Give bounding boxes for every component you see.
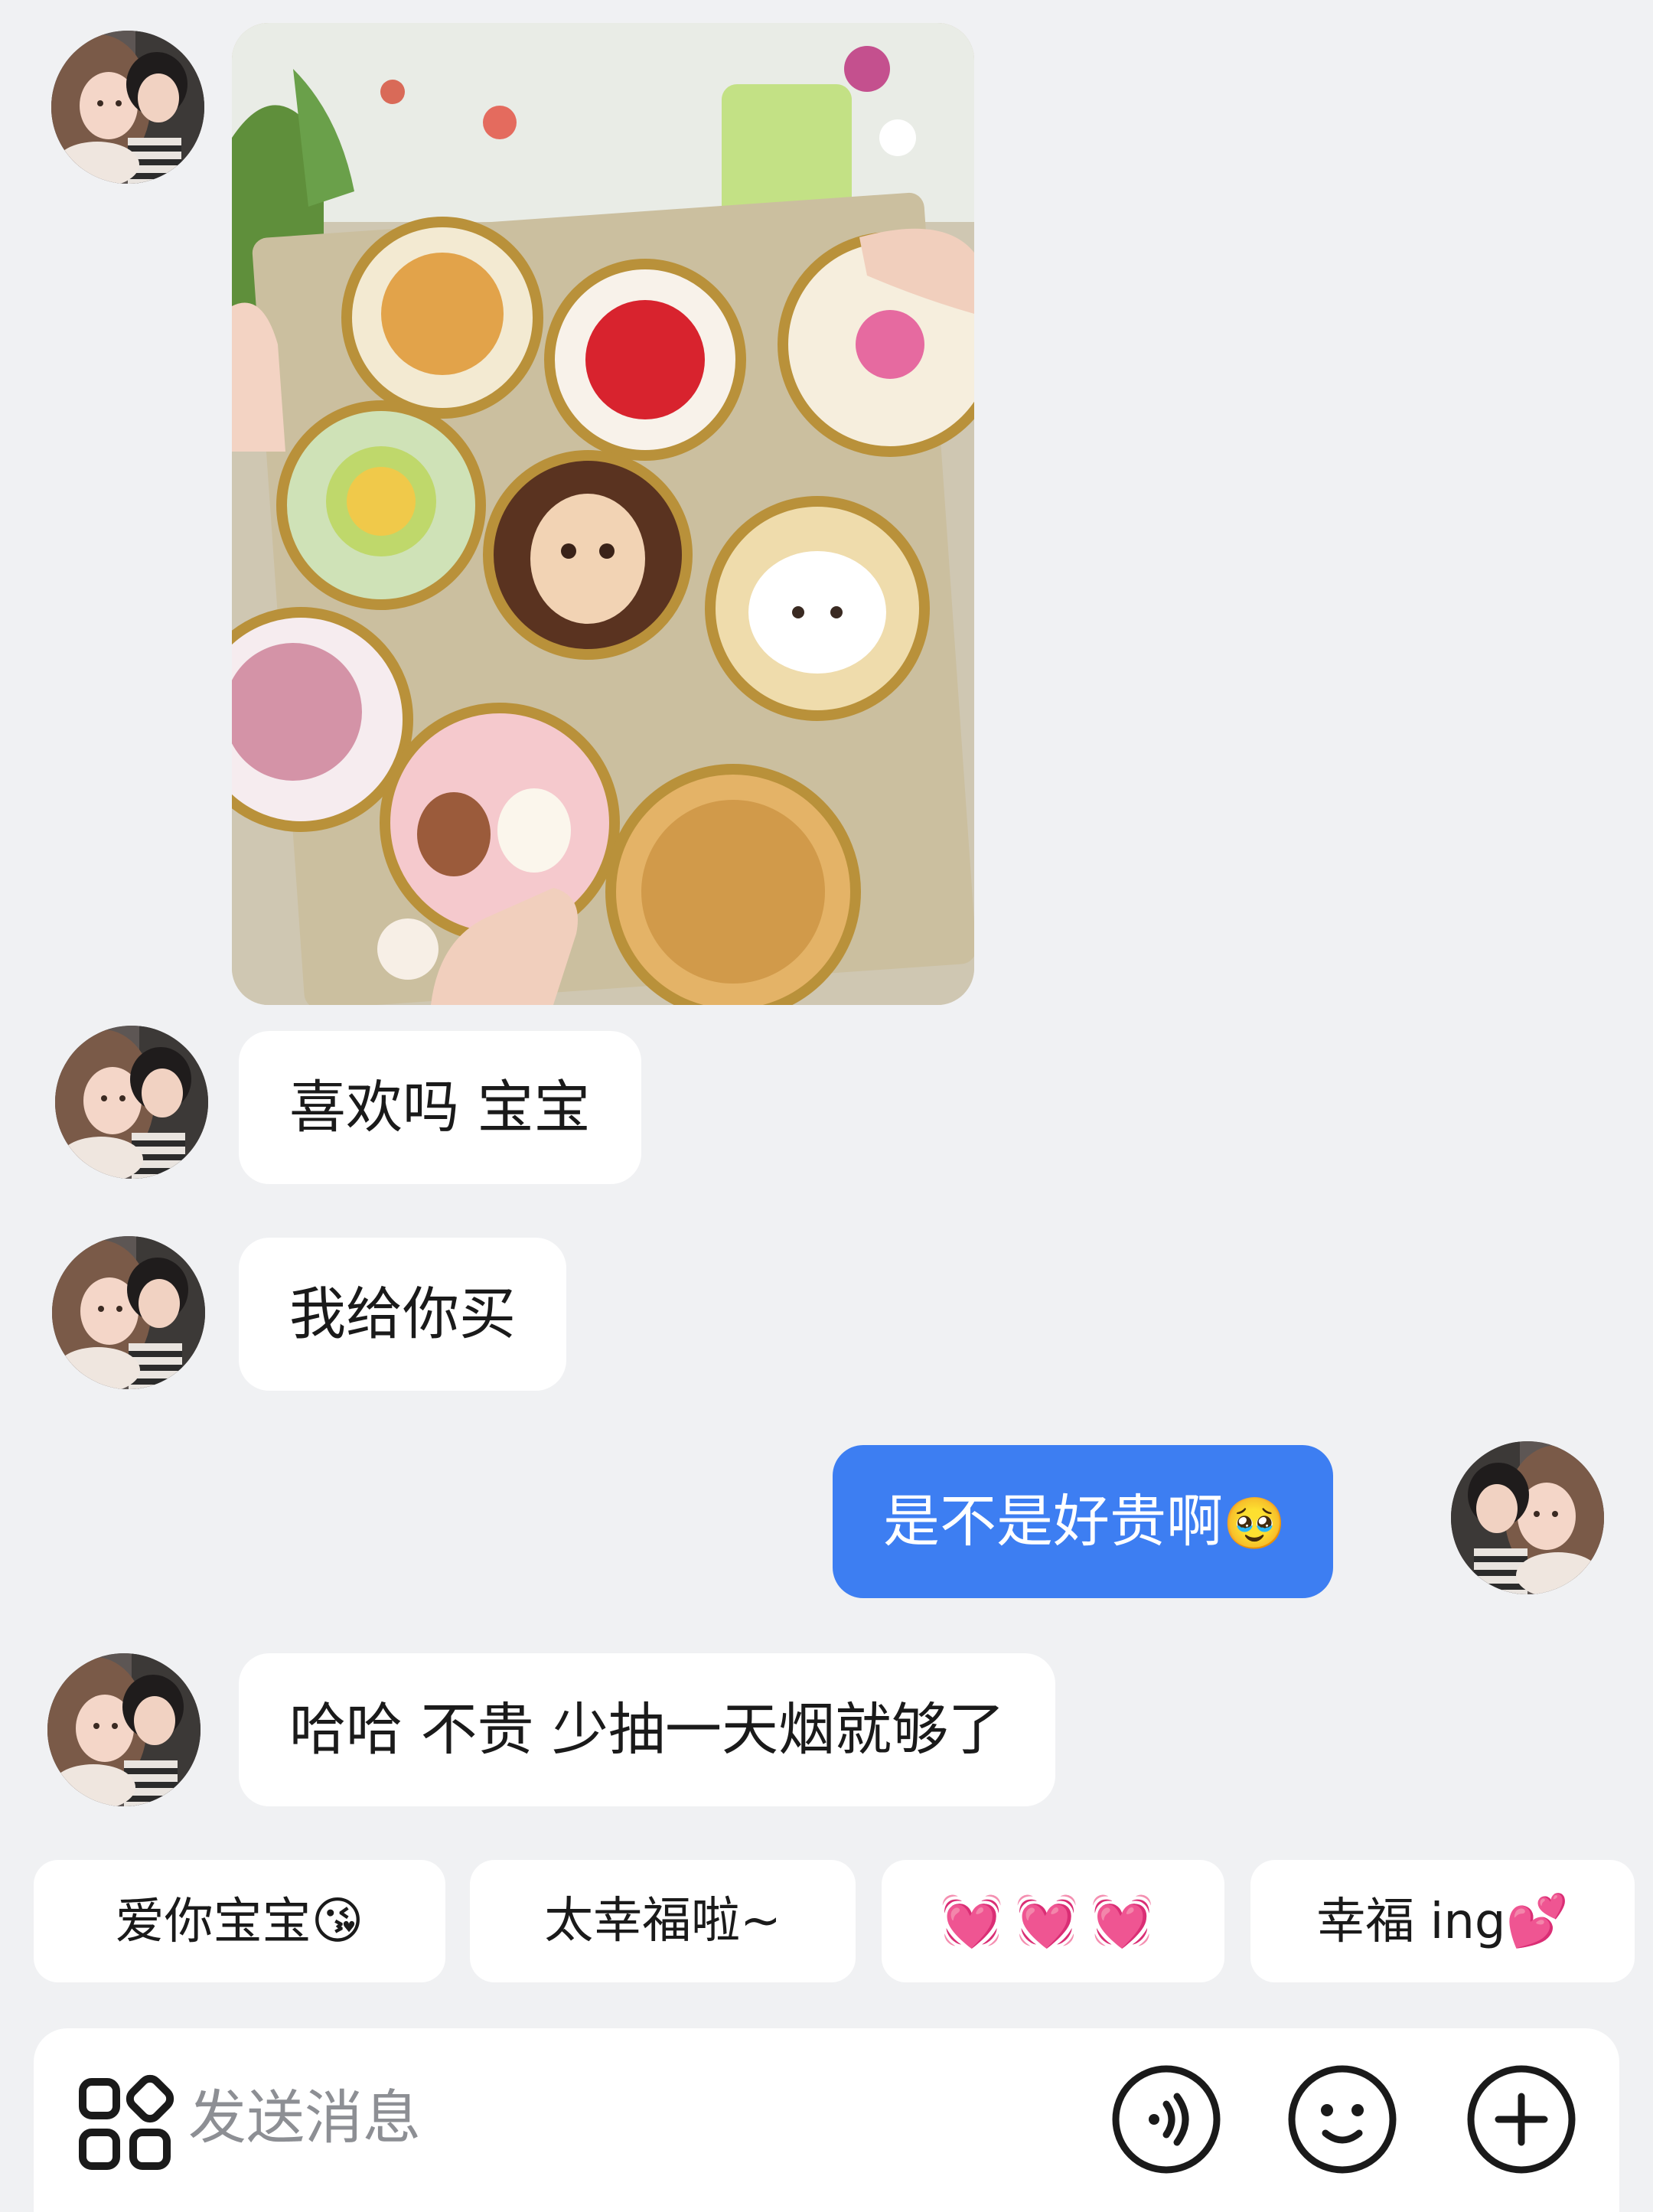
my-avatar[interactable] [1451, 1441, 1604, 1594]
incoming-message[interactable]: 我给你买 [239, 1238, 566, 1391]
outgoing-message[interactable]: 是不是好贵啊🥹 [833, 1445, 1334, 1598]
message-image[interactable] [232, 23, 974, 1005]
contact-avatar[interactable] [47, 1653, 201, 1806]
quick-reply-text: 太幸福啦~ [544, 1893, 781, 1949]
quick-reply-chip[interactable]: 太幸福啦~ [470, 1860, 856, 1982]
contact-avatar[interactable] [52, 1236, 205, 1389]
contact-avatar[interactable] [55, 1026, 208, 1179]
quick-reply-text: 爱你宝宝 [115, 1894, 311, 1950]
voice-icon[interactable] [1110, 2063, 1223, 2176]
pleading-face-icon: 🥹 [1223, 1494, 1286, 1553]
quick-reply-text: 幸福 ing [1316, 1894, 1506, 1950]
message-text: 喜欢吗 宝宝 [289, 1075, 591, 1140]
quick-reply-chip[interactable]: 💓💓💓 [882, 1860, 1224, 1982]
message-text: 是不是好贵啊 [883, 1489, 1223, 1555]
quick-reply-chip[interactable]: 爱你宝宝😘 [34, 1860, 445, 1982]
incoming-message[interactable]: 喜欢吗 宝宝 [239, 1031, 641, 1184]
beating-heart-icon: 💓💓💓 [940, 1891, 1166, 1950]
message-text: 我给你买 [289, 1281, 516, 1347]
kissing-face-icon: 😘 [311, 1891, 364, 1950]
emoji-icon[interactable] [1286, 2063, 1399, 2176]
contact-avatar[interactable] [51, 31, 204, 184]
message-input[interactable]: 发送消息 [188, 2076, 421, 2160]
quick-reply-chip[interactable]: 幸福 ing💕 [1250, 1860, 1635, 1982]
incoming-message[interactable]: 哈哈 不贵 少抽一天烟就够了 [239, 1653, 1056, 1806]
two-hearts-icon: 💕 [1505, 1891, 1569, 1950]
add-icon[interactable] [1465, 2063, 1578, 2176]
apps-grid-icon[interactable] [75, 2074, 174, 2174]
message-text: 哈哈 不贵 少抽一天烟就够了 [289, 1697, 1006, 1763]
